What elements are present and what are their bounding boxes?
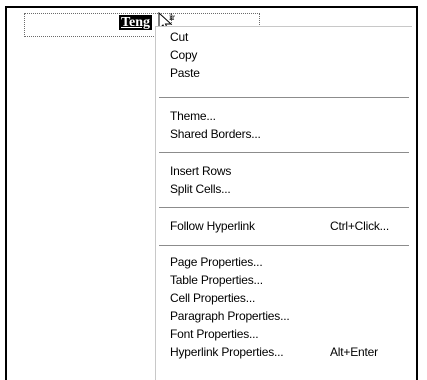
menu-item-shared-borders[interactable]: Shared Borders...: [170, 125, 261, 143]
menu-separator: [159, 207, 409, 209]
selected-hyperlink-text[interactable]: Teng: [119, 15, 153, 30]
menu-item-page-properties[interactable]: Page Properties...: [170, 253, 263, 271]
menu-item-cell-properties[interactable]: Cell Properties...: [170, 289, 255, 307]
menu-separator: [159, 152, 409, 154]
shortcut-text: Alt+Enter: [330, 345, 378, 359]
menu-item-hyperlink-properties[interactable]: Hyperlink Properties... Alt+Enter: [170, 343, 400, 361]
menu-item-cut[interactable]: Cut: [170, 28, 188, 46]
menu-separator: [159, 245, 409, 247]
menu-item-paragraph-properties[interactable]: Paragraph Properties...: [170, 307, 290, 325]
menu-item-theme[interactable]: Theme...: [170, 107, 216, 125]
menu-item-font-properties[interactable]: Font Properties...: [170, 325, 259, 343]
menu-item-follow-hyperlink[interactable]: Follow Hyperlink Ctrl+Click...: [170, 217, 400, 235]
menu-item-split-cells[interactable]: Split Cells...: [170, 180, 231, 198]
menu-item-table-properties[interactable]: Table Properties...: [170, 271, 263, 289]
menu-item-insert-rows[interactable]: Insert Rows: [170, 162, 231, 180]
context-menu: Cut Copy Paste Theme... Shared Borders..…: [155, 26, 412, 380]
shortcut-text: Ctrl+Click...: [330, 219, 390, 233]
menu-separator: [159, 97, 409, 99]
menu-item-copy[interactable]: Copy: [170, 46, 197, 64]
menu-item-paste[interactable]: Paste: [170, 64, 200, 82]
